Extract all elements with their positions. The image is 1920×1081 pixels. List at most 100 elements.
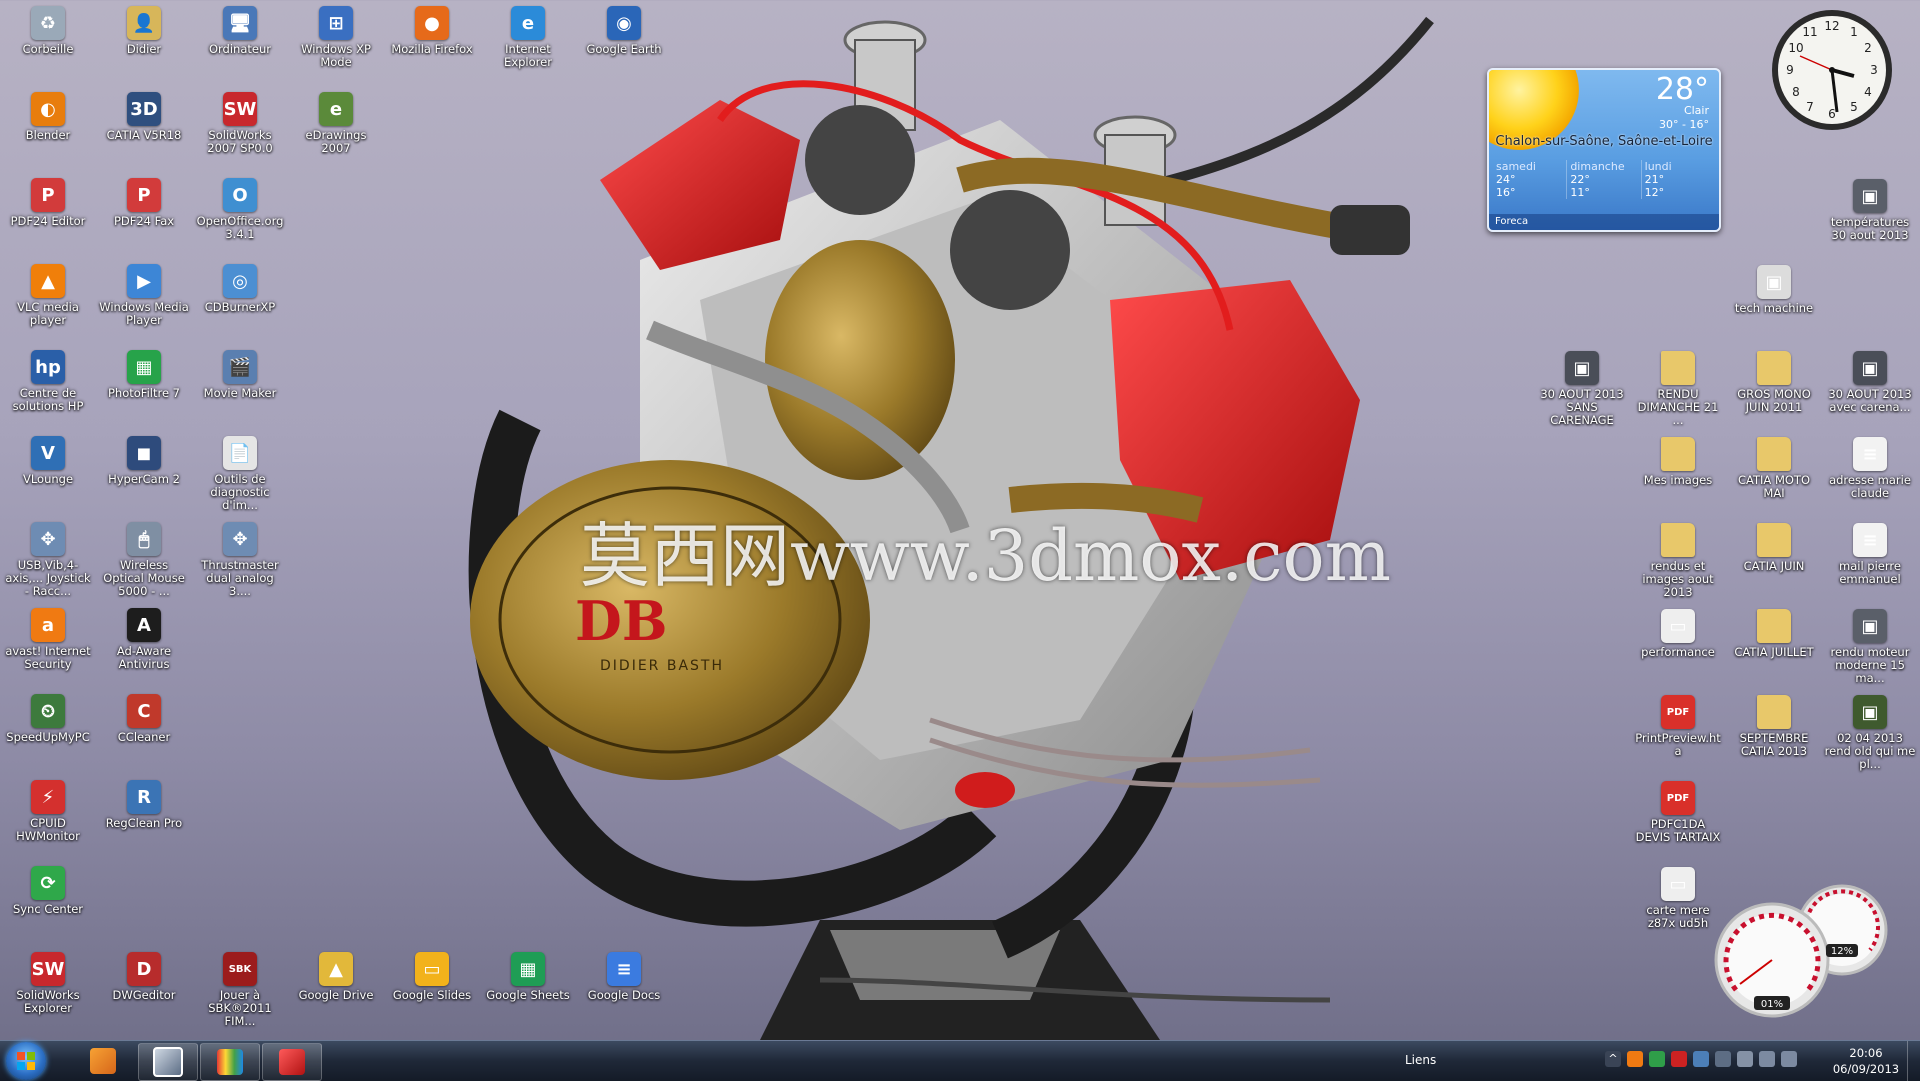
desktop-icon[interactable]: ▦ PhotoFiltre 7: [98, 350, 190, 400]
desktop-icon[interactable]: 👤 Didier: [98, 6, 190, 56]
desktop-icon[interactable]: ≡ adresse marie claude: [1824, 437, 1916, 500]
desktop-icon[interactable]: hp Centre de solutions HP: [2, 350, 94, 413]
desktop-icon[interactable]: ▶ Windows Media Player: [98, 264, 190, 327]
desktop-icon-label: PrintPreview.hta: [1635, 731, 1721, 759]
desktop-icon[interactable]: ♻ Corbeille: [2, 6, 94, 56]
desktop-icon[interactable]: ✥ Thrustmaster dual analog 3....: [194, 522, 286, 598]
volume-tray-icon[interactable]: [1781, 1051, 1797, 1067]
desktop-icon[interactable]: e Internet Explorer: [482, 6, 574, 69]
desktop-icon[interactable]: P PDF24 Editor: [2, 178, 94, 228]
svg-text:6: 6: [1828, 107, 1836, 121]
action-center-flag-icon[interactable]: [1737, 1051, 1753, 1067]
desktop-icon[interactable]: ▭ performance: [1632, 609, 1724, 659]
desktop-icon[interactable]: rendus et images aout 2013: [1632, 523, 1724, 599]
image-file-icon: ▣: [1757, 265, 1791, 300]
clock-gadget[interactable]: 12 12 345 678 91011: [1770, 8, 1894, 132]
desktop-icon[interactable]: 🖥 Ordinateur: [194, 6, 286, 56]
desktop-icon[interactable]: C CCleaner: [98, 694, 190, 744]
catia-icon: 3D: [127, 92, 161, 126]
monitor-tray-icon[interactable]: [1759, 1051, 1775, 1067]
wifi-tray-icon[interactable]: [1715, 1051, 1731, 1067]
desktop-icon[interactable]: CATIA JUIN: [1728, 523, 1820, 573]
start-button[interactable]: [6, 1042, 46, 1080]
desktop-icon[interactable]: CATIA MOTO MAI: [1728, 437, 1820, 500]
desktop-icon[interactable]: e eDrawings 2007: [290, 92, 382, 155]
tray-arrow-icon[interactable]: ^: [1605, 1051, 1621, 1067]
desktop-icon[interactable]: D DWGeditor: [98, 952, 190, 1002]
desktop-icon[interactable]: ▣ températures 30 aout 2013: [1824, 179, 1916, 242]
desktop-icon[interactable]: ▲ VLC media player: [2, 264, 94, 327]
computer-icon: 🖥: [223, 6, 257, 40]
display-tray-icon[interactable]: [1693, 1051, 1709, 1067]
desktop-icon-label: Blender: [25, 128, 71, 142]
desktop-icon[interactable]: SEPTEMBRE CATIA 2013: [1728, 695, 1820, 758]
desktop-icon[interactable]: PDF PDFC1DA DEVIS TARTAIX: [1632, 781, 1724, 844]
desktop-icon[interactable]: ⏲ SpeedUpMyPC: [2, 694, 94, 744]
network-tray-icon[interactable]: [1649, 1051, 1665, 1067]
desktop-icon[interactable]: ◎ CDBurnerXP: [194, 264, 286, 314]
cpu-meter-gadget[interactable]: 01% 12%: [1710, 880, 1890, 1020]
links-toolbar-label[interactable]: Liens: [1405, 1053, 1436, 1067]
desktop-icon[interactable]: 📄 Outils de diagnostic d'im...: [194, 436, 286, 512]
desktop-icon[interactable]: O OpenOffice.org 3.4.1: [194, 178, 286, 241]
desktop-icon[interactable]: ◼ HyperCam 2: [98, 436, 190, 486]
desktop-icon[interactable]: ▣ 30 AOUT 2013 SANS CARENAGE: [1536, 351, 1628, 427]
desktop-icon[interactable]: SW SolidWorks 2007 SP0.0: [194, 92, 286, 155]
desktop-icon[interactable]: ● Mozilla Firefox: [386, 6, 478, 56]
desktop-icon[interactable]: ▣ rendu moteur moderne 15 ma...: [1824, 609, 1916, 685]
desktop-icon[interactable]: a avast! Internet Security: [2, 608, 94, 671]
svg-text:9: 9: [1786, 63, 1794, 77]
weather-provider[interactable]: Foreca: [1489, 214, 1719, 230]
taskbar-window-button-1[interactable]: [138, 1043, 198, 1081]
desktop-icon[interactable]: ▲ Google Drive: [290, 952, 382, 1002]
desktop-icon[interactable]: GROS MONO JUIN 2011: [1728, 351, 1820, 414]
gamepad-icon: ✥: [223, 522, 257, 556]
desktop-icon[interactable]: V VLounge: [2, 436, 94, 486]
taskbar-media-player-button[interactable]: [74, 1043, 132, 1079]
desktop-icon[interactable]: ▣ 30 AOUT 2013 avec carena...: [1824, 351, 1916, 414]
desktop-icon[interactable]: ◉ Google Earth: [578, 6, 670, 56]
desktop-icon-label: Mozilla Firefox: [391, 42, 473, 56]
desktop-icon[interactable]: 🎬 Movie Maker: [194, 350, 286, 400]
desktop-icon[interactable]: A Ad-Aware Antivirus: [98, 608, 190, 671]
desktop-icon[interactable]: R RegClean Pro: [98, 780, 190, 830]
taskbar-hwmonitor-button[interactable]: [262, 1043, 322, 1081]
desktop-icon[interactable]: ▣ tech machine: [1728, 265, 1820, 315]
show-desktop-button[interactable]: [1907, 1041, 1920, 1081]
desktop-icon-label: VLounge: [22, 472, 74, 486]
google-slides-icon: ▭: [415, 952, 449, 986]
desktop-icon[interactable]: ⊞ Windows XP Mode: [290, 6, 382, 69]
desktop-icon[interactable]: PDF PrintPreview.hta: [1632, 695, 1724, 758]
alert-tray-icon[interactable]: [1671, 1051, 1687, 1067]
desktop-icon[interactable]: SBK Jouer à SBK®2011 FIM...: [194, 952, 286, 1028]
desktop-icon[interactable]: ≡ mail pierre emmanuel: [1824, 523, 1916, 586]
desktop-icon[interactable]: SW SolidWorks Explorer: [2, 952, 94, 1015]
desktop-icon[interactable]: CATIA JUILLET: [1728, 609, 1820, 659]
desktop-icon[interactable]: ▭ Google Slides: [386, 952, 478, 1002]
desktop-icon[interactable]: ⚡ CPUID HWMonitor: [2, 780, 94, 843]
desktop-icon[interactable]: P PDF24 Fax: [98, 178, 190, 228]
desktop-icon-label: GROS MONO JUIN 2011: [1737, 387, 1811, 415]
taskbar-clock[interactable]: 20:06 06/09/2013: [1826, 1045, 1906, 1077]
desktop-icon[interactable]: ⟳ Sync Center: [2, 866, 94, 916]
text-file-icon: ≡: [1853, 437, 1887, 472]
desktop-icon[interactable]: ▦ Google Sheets: [482, 952, 574, 1002]
google-earth-icon: ◉: [607, 6, 641, 40]
desktop-icon[interactable]: RENDU DIMANCHE 21 ...: [1632, 351, 1724, 427]
weather-gadget[interactable]: 28° Clair 30° - 16° Chalon-sur-Saône, Sa…: [1487, 68, 1721, 232]
image-file-icon: ▣: [1853, 609, 1887, 644]
openoffice-icon: O: [223, 178, 257, 212]
desktop-icon[interactable]: Mes images: [1632, 437, 1724, 487]
text-file-icon: ≡: [1853, 523, 1887, 558]
windows-logo-icon: [17, 1052, 35, 1070]
desktop-icon[interactable]: 🖱 Wireless Optical Mouse 5000 - ...: [98, 522, 190, 598]
desktop-icon[interactable]: 3D CATIA V5R18: [98, 92, 190, 142]
desktop-icon[interactable]: ✥ USB,Vib,4-axis,... Joystick - Racc...: [2, 522, 94, 598]
blender-icon: ◐: [31, 92, 65, 126]
avast-tray-icon[interactable]: [1627, 1051, 1643, 1067]
desktop-icon[interactable]: ≡ Google Docs: [578, 952, 670, 1002]
desktop-icon[interactable]: ▣ 02 04 2013 rend old qui me pl...: [1824, 695, 1916, 771]
taskbar-photofiltre-button[interactable]: [200, 1043, 260, 1081]
desktop-icon[interactable]: ◐ Blender: [2, 92, 94, 142]
desktop-icon-label: CATIA JUILLET: [1734, 645, 1814, 660]
